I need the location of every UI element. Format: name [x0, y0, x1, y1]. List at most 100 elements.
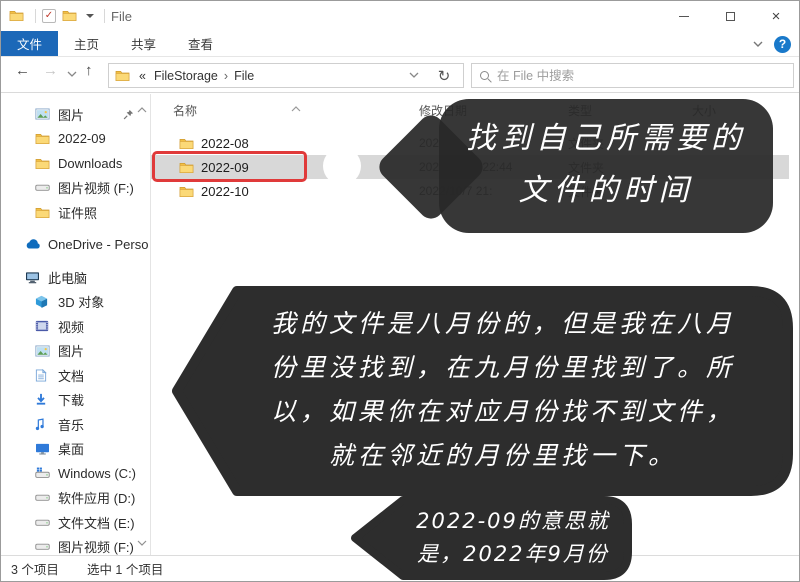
window-title: File [111, 9, 132, 24]
search-input[interactable] [497, 69, 785, 83]
document-icon [35, 369, 52, 382]
address-bar[interactable]: « FileStorage › File [108, 63, 426, 88]
sidebar-item-downloads[interactable]: 下载 [1, 388, 150, 413]
quick-access-toolbar-dropdown-icon[interactable] [86, 14, 94, 18]
pictures-icon [35, 345, 52, 357]
quick-access-new-folder-icon[interactable] [62, 9, 78, 23]
sidebar-item-id-photos[interactable]: 证件照 [1, 200, 150, 225]
ribbon-tab-主页[interactable]: 主页 [58, 31, 115, 56]
sidebar-item-desktop[interactable]: 桌面 [1, 437, 150, 462]
sidebar-item-drive-f[interactable]: 图片视频 (F:) [1, 535, 150, 558]
window-controls: × [661, 1, 799, 31]
sidebar-item-label: 桌面 [58, 439, 84, 458]
breadcrumb-chevron[interactable]: « [139, 69, 146, 83]
breadcrumb-separator: › [224, 69, 228, 83]
main-area: 图片 2022-09 Downloads 图片视频 (F:) 证件照 OneDrive -… [1, 94, 799, 557]
items-count: 3 个项目 [11, 559, 59, 578]
search-box[interactable] [471, 63, 794, 88]
sidebar-item-label: 文档 [58, 366, 84, 385]
sidebar-item-label: 软件应用 (D:) [58, 488, 135, 507]
sort-ascending-icon[interactable] [291, 99, 301, 117]
recent-locations-icon[interactable] [67, 71, 77, 78]
sidebar-item-label: 下载 [58, 390, 84, 409]
search-icon [480, 71, 489, 80]
sidebar-item-documents[interactable]: 文档 [1, 363, 150, 388]
sidebar-item-pictures-quick[interactable]: 图片 [1, 102, 150, 127]
sidebar-item-label: 图片 [58, 105, 84, 124]
close-button[interactable]: × [753, 1, 799, 31]
sidebar-item-downloads-quick[interactable]: Downloads [1, 151, 150, 176]
file-date-modified: 202 [419, 136, 439, 150]
sidebar-item-label: OneDrive - Perso [48, 237, 148, 252]
drive-icon [35, 492, 52, 503]
minimize-button[interactable] [661, 1, 707, 31]
sidebar-item-label: 此电脑 [48, 268, 87, 287]
folder-icon [35, 157, 52, 170]
sidebar-item-label: 证件照 [58, 203, 97, 222]
ribbon-tab-共享[interactable]: 共享 [115, 31, 172, 56]
file-type: 文件夹 [568, 159, 604, 176]
file-name: 2022-08 [201, 136, 249, 151]
drive-icon [35, 517, 52, 528]
sidebar-item-label: 图片视频 (F:) [58, 178, 134, 197]
file-date-modified: 2022/10/7 21: [419, 184, 492, 198]
sidebar-item-pictures[interactable]: 图片 [1, 339, 150, 364]
sidebar-item-drive-c[interactable]: Windows (C:) [1, 461, 150, 486]
sidebar-item-this-pc[interactable]: 此电脑 [1, 265, 150, 290]
sidebar-item-3d-objects[interactable]: 3D 对象 [1, 290, 150, 315]
forward-button[interactable]: → [43, 62, 58, 79]
sidebar-item-label: 图片视频 (F:) [58, 537, 134, 556]
file-row-2022-10[interactable]: 2022-10 2022/10/7 21: 文件夹 [151, 179, 789, 203]
minimize-icon [679, 16, 689, 17]
titlebar: ✓ File × [1, 1, 799, 31]
column-header-type[interactable]: 类型 [568, 102, 592, 119]
sidebar-item-music[interactable]: 音乐 [1, 412, 150, 437]
address-folder-icon [115, 69, 131, 83]
help-icon[interactable]: ? [774, 36, 791, 53]
check-icon: ✓ [45, 11, 53, 21]
pin-icon [123, 108, 134, 123]
address-dropdown-icon[interactable] [409, 72, 419, 79]
ribbon-tabs: 文件主页共享查看 ? [1, 31, 799, 57]
video-icon [35, 320, 52, 332]
titlebar-divider [104, 9, 105, 23]
folder-icon [179, 137, 195, 150]
navigation-pane: 图片 2022-09 Downloads 图片视频 (F:) 证件照 OneDrive -… [1, 94, 151, 557]
titlebar-divider [35, 9, 36, 23]
back-button[interactable]: ← [15, 62, 30, 79]
maximize-button[interactable] [707, 1, 753, 31]
sidebar-item-onedrive[interactable]: OneDrive - Perso [1, 233, 150, 258]
breadcrumb-root[interactable]: FileStorage [154, 69, 218, 83]
column-header-name[interactable]: 名称 [173, 102, 197, 119]
sidebar-item-drive-e[interactable]: 文件文档 (E:) [1, 510, 150, 535]
folder-icon [35, 206, 52, 219]
collapse-ribbon-icon[interactable] [752, 40, 764, 48]
pictures-icon [35, 108, 52, 120]
up-button[interactable]: ↑ [85, 62, 93, 79]
column-header-size[interactable]: 大小 [666, 102, 716, 119]
sidebar-item-drive-d[interactable]: 软件应用 (D:) [1, 486, 150, 511]
desktop-icon [35, 442, 52, 455]
navigation-toolbar: ← → ↑ « FileStorage › File ↻ [1, 58, 799, 93]
sidebar-item-2022-09[interactable]: 2022-09 [1, 127, 150, 152]
selected-count: 选中 1 个项目 [87, 559, 163, 578]
drive-icon [35, 182, 52, 193]
window-folder-icon [9, 9, 25, 23]
refresh-button[interactable]: ↻ [425, 63, 464, 88]
sidebar-item-label: 图片 [58, 341, 84, 360]
quick-access-properties-icon[interactable]: ✓ [42, 9, 56, 23]
file-type: 文件夹 [568, 135, 604, 152]
sidebar-item-videos[interactable]: 视频 [1, 314, 150, 339]
status-bar: 3 个项目 选中 1 个项目 [1, 555, 799, 581]
sidebar-item-label: 3D 对象 [58, 292, 104, 311]
sidebar-item-drive-f-quick[interactable]: 图片视频 (F:) [1, 176, 150, 201]
sidebar-item-label: 2022-09 [58, 131, 106, 146]
sidebar-item-label: Downloads [58, 156, 122, 171]
breadcrumb-current[interactable]: File [234, 69, 254, 83]
file-name: 2022-10 [201, 184, 249, 199]
ribbon-tab-查看[interactable]: 查看 [172, 31, 229, 56]
ribbon-tab-文件[interactable]: 文件 [1, 31, 58, 56]
download-icon [35, 393, 52, 406]
file-type: 文件夹 [568, 183, 604, 200]
column-header-date[interactable]: 修改日期 [419, 102, 467, 119]
